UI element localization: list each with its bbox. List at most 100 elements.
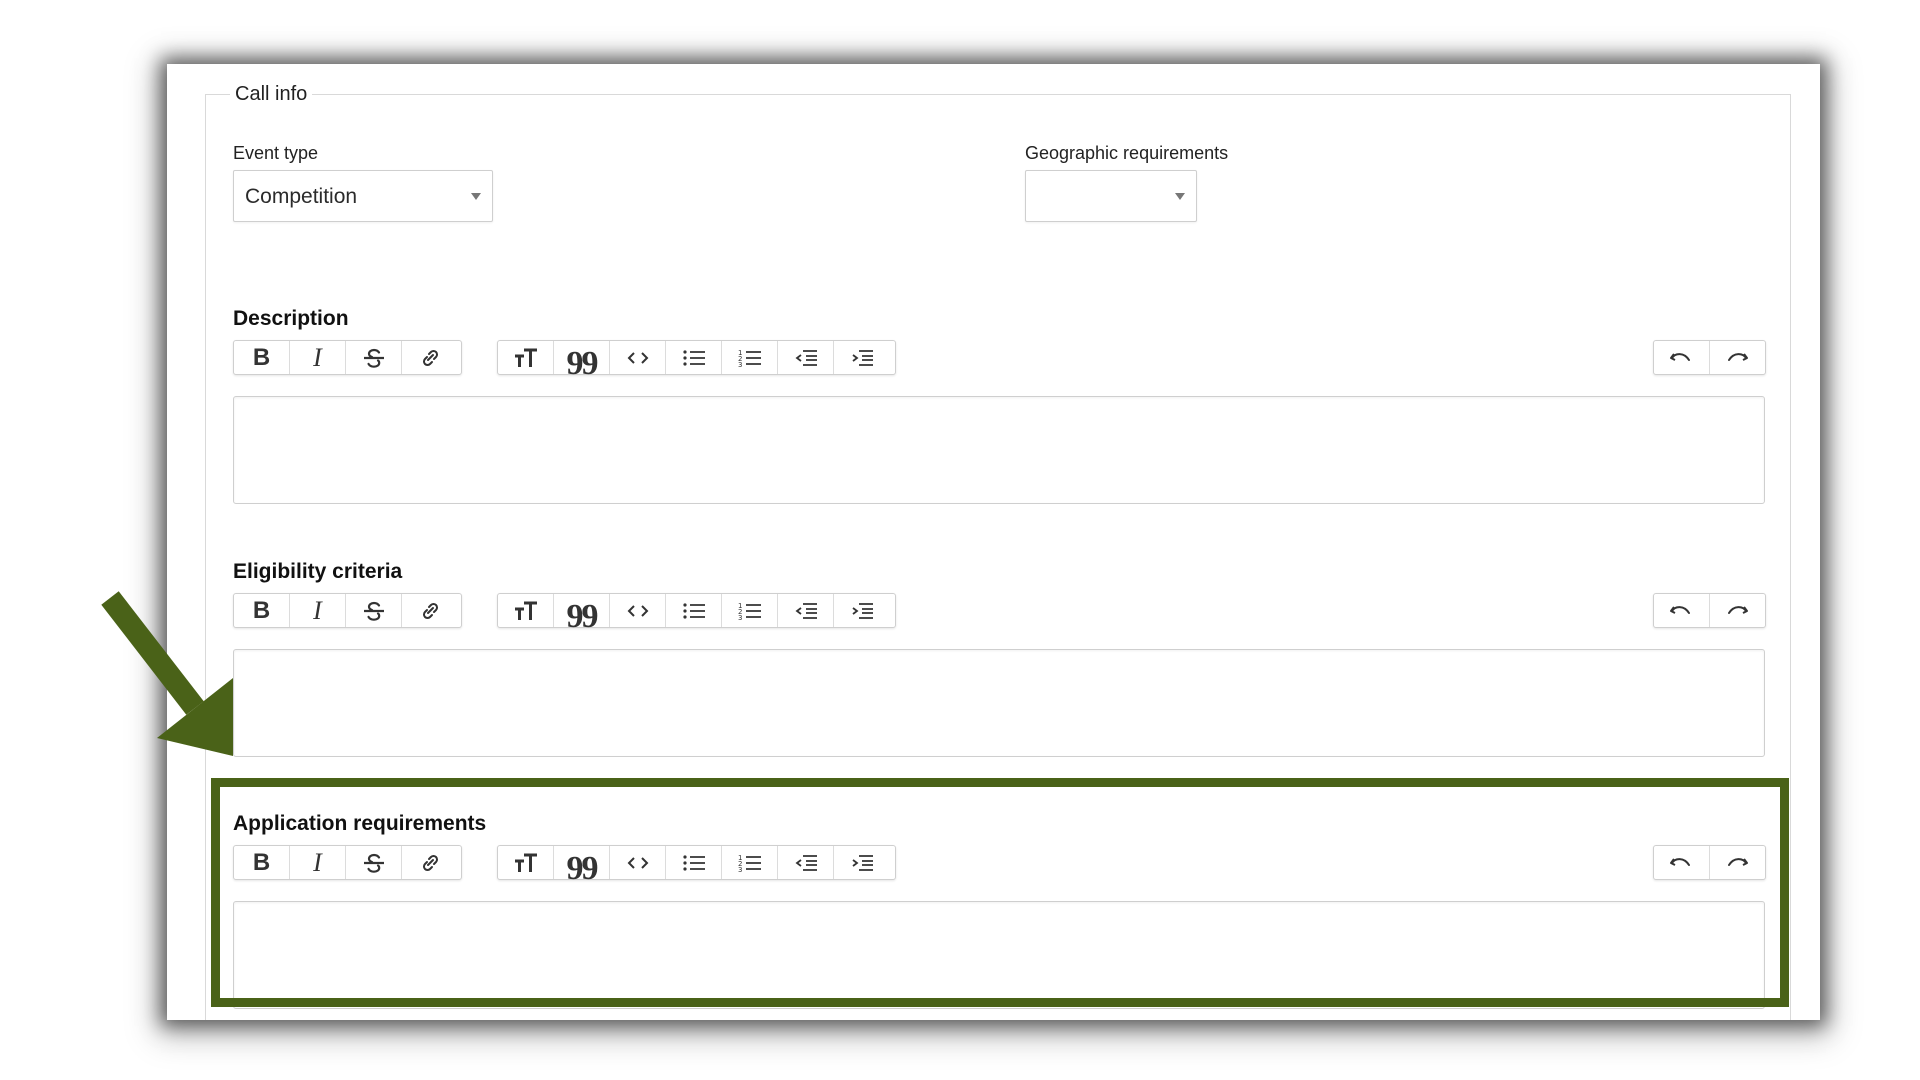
quote-button[interactable]: 99 <box>554 341 610 382</box>
bulleted-list-icon <box>682 349 705 366</box>
numbered-list-icon: 123 <box>738 349 761 369</box>
bulleted-list-button[interactable] <box>666 341 722 374</box>
italic-icon: I <box>313 847 322 877</box>
chevron-down-icon <box>1175 193 1185 200</box>
link-icon <box>422 854 439 871</box>
outdent-button[interactable] <box>778 846 834 879</box>
quote-button[interactable]: 99 <box>554 594 610 635</box>
strikethrough-button[interactable] <box>346 341 402 374</box>
bulleted-list-button[interactable] <box>666 846 722 879</box>
strikethrough-button[interactable] <box>346 846 402 879</box>
redo-button[interactable] <box>1710 594 1766 627</box>
strikethrough-icon <box>363 348 384 368</box>
undo-button[interactable] <box>1654 846 1710 879</box>
redo-button[interactable] <box>1710 341 1766 374</box>
chevron-down-icon <box>471 193 481 200</box>
format-toolbar-group: B I <box>233 845 462 880</box>
undo-icon <box>1670 857 1691 866</box>
heading-icon <box>514 853 537 872</box>
code-icon <box>627 351 648 364</box>
call-info-fieldset <box>205 94 1791 1020</box>
block-toolbar-group: 99 123 <box>497 845 896 887</box>
bulleted-list-icon <box>682 602 705 619</box>
link-icon <box>422 349 439 366</box>
outdent-button[interactable] <box>778 594 834 627</box>
indent-icon <box>852 349 873 366</box>
italic-button[interactable]: I <box>290 846 346 879</box>
geographic-requirements-label: Geographic requirements <box>1025 143 1229 163</box>
bold-icon: B <box>252 596 271 624</box>
bulleted-list-icon <box>682 854 705 871</box>
svg-text:3: 3 <box>738 361 742 369</box>
form-card: Call info Event type Competition Geograp… <box>167 64 1820 1020</box>
event-type-value: Competition <box>245 185 358 208</box>
history-toolbar-group <box>1653 340 1766 375</box>
description-label: Description <box>233 307 349 330</box>
svg-text:3: 3 <box>738 614 742 622</box>
italic-button[interactable]: I <box>290 341 346 374</box>
heading-button[interactable] <box>498 594 554 627</box>
strikethrough-icon <box>363 601 384 621</box>
block-toolbar-group: 99 123 <box>497 340 896 382</box>
eligibility-criteria-label: Eligibility criteria <box>233 560 403 583</box>
svg-text:3: 3 <box>738 866 742 874</box>
block-toolbar-group: 99 123 <box>497 593 896 635</box>
undo-icon <box>1670 605 1691 614</box>
code-button[interactable] <box>610 594 666 627</box>
event-type-label: Event type <box>233 143 319 163</box>
strikethrough-icon <box>363 853 384 873</box>
undo-button[interactable] <box>1654 341 1710 374</box>
indent-button[interactable] <box>834 846 890 879</box>
history-toolbar-group <box>1653 593 1766 628</box>
redo-icon <box>1728 857 1749 866</box>
undo-button[interactable] <box>1654 594 1710 627</box>
quote-icon: 99 <box>566 597 599 635</box>
description-textarea[interactable] <box>233 396 1765 504</box>
numbered-list-button[interactable]: 123 <box>722 341 778 374</box>
eligibility-criteria-textarea[interactable] <box>233 649 1765 757</box>
format-toolbar-group: B I <box>233 340 462 375</box>
code-button[interactable] <box>610 341 666 374</box>
quote-icon: 99 <box>566 344 599 382</box>
code-button[interactable] <box>610 846 666 879</box>
numbered-list-button[interactable]: 123 <box>722 846 778 879</box>
strikethrough-button[interactable] <box>346 594 402 627</box>
history-toolbar-group <box>1653 845 1766 880</box>
bold-button[interactable]: B <box>234 341 290 374</box>
application-requirements-label: Application requirements <box>233 812 487 835</box>
quote-button[interactable]: 99 <box>554 846 610 887</box>
link-button[interactable] <box>402 341 458 374</box>
bulleted-list-button[interactable] <box>666 594 722 627</box>
indent-icon <box>852 602 873 619</box>
heading-icon <box>514 348 537 367</box>
screenshot-stage: Call info Event type Competition Geograp… <box>0 0 1920 1080</box>
redo-icon <box>1728 605 1749 614</box>
redo-icon <box>1728 352 1749 361</box>
link-button[interactable] <box>402 594 458 627</box>
numbered-list-icon: 123 <box>738 602 761 622</box>
redo-button[interactable] <box>1710 846 1766 879</box>
code-icon <box>627 604 648 617</box>
bold-icon: B <box>252 343 271 371</box>
fieldset-legend: Call info <box>230 83 313 106</box>
indent-icon <box>852 854 873 871</box>
undo-icon <box>1670 352 1691 361</box>
indent-button[interactable] <box>834 594 890 627</box>
event-type-select[interactable]: Competition <box>233 170 493 222</box>
outdent-icon <box>795 854 817 871</box>
heading-button[interactable] <box>498 341 554 374</box>
link-button[interactable] <box>402 846 458 879</box>
italic-button[interactable]: I <box>290 594 346 627</box>
bold-button[interactable]: B <box>234 846 290 879</box>
heading-icon <box>514 601 537 620</box>
quote-icon: 99 <box>566 849 599 887</box>
application-requirements-textarea[interactable] <box>233 901 1765 1009</box>
indent-button[interactable] <box>834 341 890 374</box>
link-icon <box>422 602 439 619</box>
heading-button[interactable] <box>498 846 554 879</box>
geographic-requirements-select[interactable] <box>1025 170 1197 222</box>
numbered-list-button[interactable]: 123 <box>722 594 778 627</box>
outdent-icon <box>795 602 817 619</box>
bold-button[interactable]: B <box>234 594 290 627</box>
outdent-button[interactable] <box>778 341 834 374</box>
